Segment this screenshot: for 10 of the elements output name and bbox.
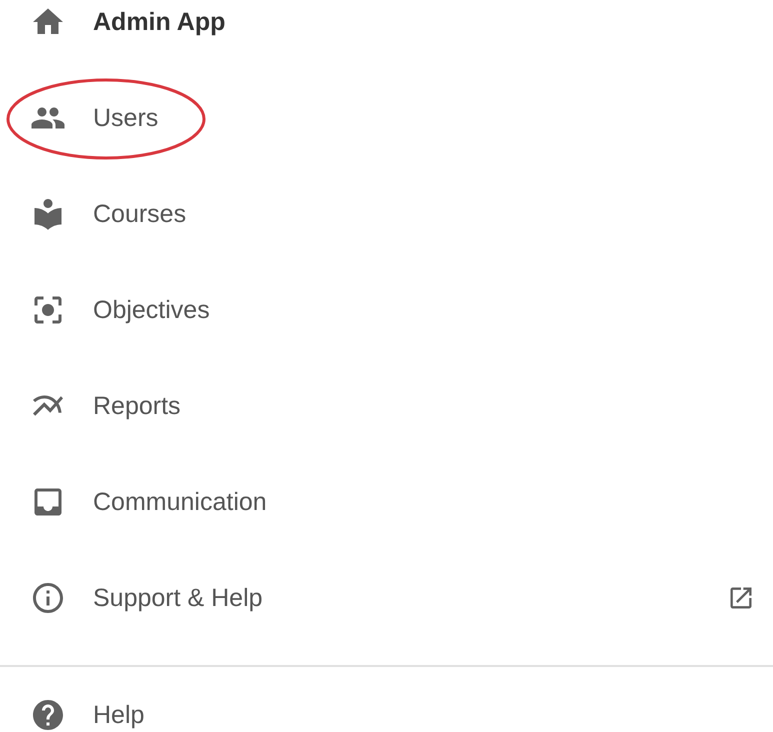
menu-item[interactable]: Courses [93, 200, 186, 228]
menu-item[interactable]: Users [93, 104, 158, 132]
menu-item[interactable]: Communication [93, 488, 267, 516]
menu-item[interactable]: Reports [93, 392, 181, 420]
menu-item[interactable]: Objectives [93, 296, 210, 324]
info-icon [30, 580, 66, 616]
menu-item[interactable]: Support & Help [93, 584, 263, 612]
help-icon [30, 697, 66, 732]
menu-item[interactable]: Help [93, 700, 144, 730]
app-title: Admin App [93, 8, 226, 36]
